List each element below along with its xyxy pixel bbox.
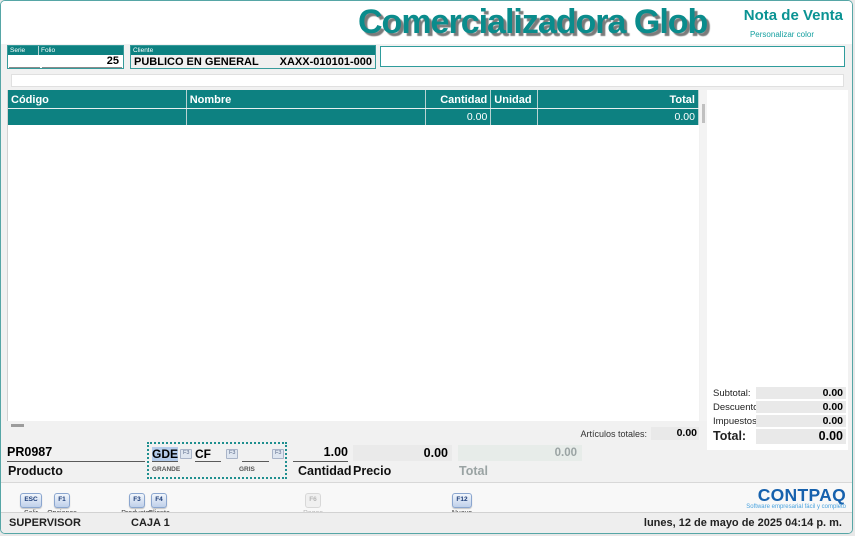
attr1-caption: GRANDE [152, 466, 181, 473]
articulos-totales-label: Artículos totales: [580, 429, 647, 439]
impuestos-value: 0.00 [756, 415, 846, 427]
row-nombre [187, 109, 427, 125]
row-total: 0.00 [538, 109, 699, 125]
cliente-body[interactable]: PUBLICO EN GENERAL XAXX-010101-000 [131, 55, 375, 68]
column-header-cantidad: Cantidad [426, 90, 492, 108]
items-table: Código Nombre Cantidad Unidad Total 0.00… [7, 90, 699, 421]
subtotal-label: Subtotal: [713, 388, 751, 399]
status-bar: SUPERVISOR CAJA 1 lunes, 12 de mayo de 2… [1, 512, 852, 533]
horizontal-scrollbar-thumb[interactable] [11, 424, 24, 427]
table-row-selected[interactable]: 0.00 0.00 [8, 109, 699, 125]
column-header-unidad: Unidad [491, 90, 539, 108]
caracteristicas-box: GDE F3 CF F3 F3 GRANDE GRIS [147, 442, 287, 479]
linea-total-label: Total [459, 464, 488, 478]
pos-window: Comercializadora Glob Nota de Venta Pers… [0, 0, 853, 534]
f12-key-icon: F12 [452, 493, 472, 508]
cantidad-label: Cantidad [298, 464, 352, 478]
row-unidad [491, 109, 539, 125]
contpaq-logo: CONTPAQ Software empresarial fácil y com… [734, 485, 846, 510]
attr1-f3-button[interactable]: F3 [180, 449, 193, 459]
cliente-name: PUBLICO EN GENERAL [134, 55, 259, 68]
precio-label: Precio [353, 464, 392, 478]
esc-key-icon: ESC [20, 493, 42, 508]
descuentos-value: 0.00 [756, 401, 846, 413]
f4-key-icon: F4 [151, 493, 167, 508]
articulos-totales-value: 0.00 [651, 427, 699, 440]
impuestos-label: Impuestos: [713, 416, 760, 427]
attr3-f3-button[interactable]: F3 [272, 449, 285, 459]
f6-key-icon: F6 [305, 493, 321, 508]
serie-label: Serie [8, 46, 39, 55]
impuestos-row: Impuestos: 0.00 [707, 415, 848, 428]
attr2-caption: GRIS [239, 466, 255, 473]
serie-input[interactable] [9, 55, 40, 68]
vertical-scrollbar[interactable] [700, 90, 707, 421]
attr2-input[interactable]: CF [195, 447, 221, 462]
subtotal-value: 0.00 [756, 387, 846, 399]
total-value: 0.00 [756, 429, 846, 444]
column-header-nombre: Nombre [187, 90, 427, 108]
personalize-color-link[interactable]: Personalizar color [750, 30, 814, 39]
attr3-input[interactable] [242, 447, 269, 462]
table-header-row: Código Nombre Cantidad Unidad Total [8, 90, 699, 109]
company-title: Comercializadora Glob [358, 3, 708, 41]
serie-folio-panel: Serie Folio 25 [7, 45, 124, 69]
attr1-input[interactable]: GDE [152, 447, 178, 462]
serie-folio-header: Serie Folio [8, 46, 123, 55]
status-datetime: lunes, 12 de mayo de 2025 04:14 p. m. [643, 517, 842, 529]
column-header-codigo: Código [8, 90, 187, 108]
row-cantidad: 0.00 [426, 109, 492, 125]
totals-panel: Subtotal: 0.00 Descuentos: 0.00 Impuesto… [707, 90, 848, 450]
folio-input[interactable]: 25 [42, 55, 122, 68]
total-row: Total: 0.00 [707, 429, 848, 444]
producto-input[interactable]: PR0987 [7, 445, 145, 462]
cantidad-input[interactable]: 1.00 [293, 445, 348, 462]
cliente-panel: Cliente PUBLICO EN GENERAL XAXX-010101-0… [130, 45, 376, 69]
vertical-scrollbar-thumb[interactable] [702, 104, 705, 123]
folio-label: Folio [41, 47, 56, 54]
row-codigo [8, 109, 187, 125]
cliente-label: Cliente [133, 47, 154, 54]
status-user: SUPERVISOR [9, 517, 81, 529]
document-type-title: Nota de Venta [743, 7, 843, 24]
subtotal-row: Subtotal: 0.00 [707, 387, 848, 400]
linea-total-field: 0.00 [458, 445, 582, 461]
column-header-total: Total [538, 90, 699, 108]
descuentos-row: Descuentos: 0.00 [707, 401, 848, 414]
scan-input[interactable] [11, 74, 844, 87]
cliente-rfc: XAXX-010101-000 [279, 55, 372, 68]
contpaq-logo-text: CONTPAQ [757, 485, 846, 505]
contpaq-tagline: Software empresarial fácil y completo [746, 504, 846, 510]
producto-label: Producto [8, 464, 63, 478]
attr2-f3-button[interactable]: F3 [226, 449, 239, 459]
f1-key-icon: F1 [54, 493, 70, 508]
precio-field[interactable]: 0.00 [353, 445, 452, 461]
serie-folio-body: 25 [8, 55, 123, 68]
status-caja: CAJA 1 [131, 517, 170, 529]
header: Comercializadora Glob Nota de Venta Pers… [1, 1, 852, 44]
total-label: Total: [713, 429, 747, 443]
cliente-header: Cliente [131, 46, 375, 55]
observations-input[interactable] [380, 46, 845, 67]
